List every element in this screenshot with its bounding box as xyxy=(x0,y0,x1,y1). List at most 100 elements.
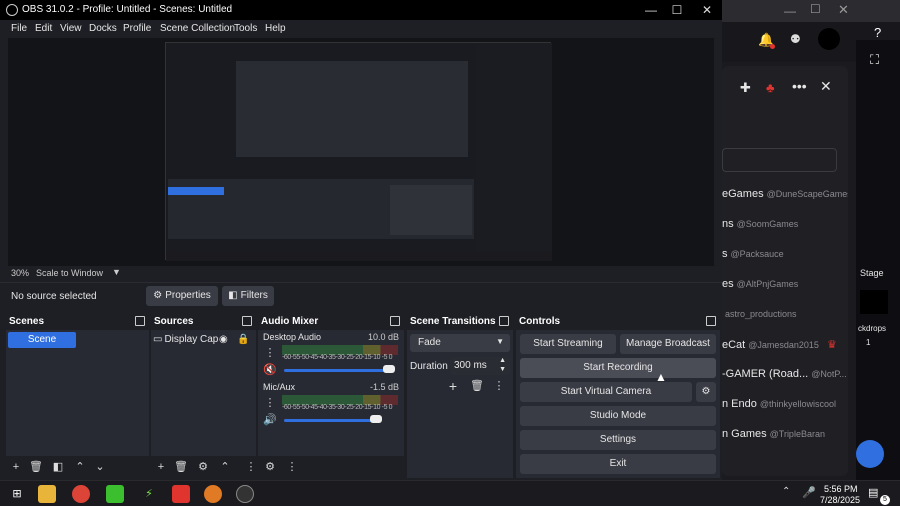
friends-search-input[interactable] xyxy=(722,148,837,172)
clock-time[interactable]: 5:56 PM xyxy=(824,484,858,494)
nested-scene-item xyxy=(168,187,224,195)
gear-icon[interactable]: ⚙ xyxy=(195,459,211,475)
list-item[interactable]: ▭ Display Cap ◉ 🔒 xyxy=(153,332,253,348)
advanced-audio-icon[interactable]: ⚙ xyxy=(262,459,278,475)
close-icon[interactable]: ✕ xyxy=(838,2,849,18)
more-icon[interactable]: ⋮ xyxy=(243,459,259,475)
volume-slider[interactable] xyxy=(284,419,376,422)
menu-help[interactable]: Help xyxy=(265,23,286,34)
obs-taskbar-icon[interactable] xyxy=(236,485,254,503)
popout-icon[interactable] xyxy=(706,316,716,326)
notifications-icon[interactable]: ▤ xyxy=(868,486,878,499)
studio-mode-button[interactable]: Studio Mode xyxy=(520,406,716,426)
list-item[interactable]: s @Packsauce xyxy=(722,248,784,260)
trash-icon[interactable]: 🗑 xyxy=(173,459,189,475)
chevron-down-icon[interactable]: ⌄ xyxy=(92,459,108,475)
menu-scene-collection[interactable]: Scene Collection xyxy=(160,23,235,34)
volume-slider-handle[interactable] xyxy=(383,365,395,373)
menu-docks[interactable]: Docks xyxy=(89,23,117,34)
list-item[interactable]: eGames @DuneScapeGames xyxy=(722,188,848,200)
image-button[interactable] xyxy=(856,440,884,468)
scale-mode-select[interactable]: Scale to Window xyxy=(36,268,103,278)
menu-file[interactable]: File xyxy=(11,23,27,34)
microphone-icon[interactable]: 🎤 xyxy=(802,486,816,499)
settings-button[interactable]: Settings xyxy=(520,430,716,450)
add-icon[interactable]: + xyxy=(8,459,24,475)
file-explorer-icon[interactable] xyxy=(38,485,56,503)
minimize-icon[interactable]: — xyxy=(638,2,664,18)
manage-broadcast-button[interactable]: Manage Broadcast xyxy=(620,334,716,354)
list-item[interactable]: ns @SoomGames xyxy=(722,218,798,230)
lock-icon[interactable]: 🔒 xyxy=(237,332,249,348)
list-item[interactable]: Scene xyxy=(8,332,76,348)
maximize-icon[interactable]: ☐ xyxy=(810,2,821,16)
chrome-icon[interactable] xyxy=(72,485,90,503)
menu-tools[interactable]: Tools xyxy=(234,23,257,34)
lightning-icon[interactable]: ⚡ xyxy=(140,485,158,503)
shield-icon[interactable] xyxy=(172,485,190,503)
avatar[interactable] xyxy=(818,28,840,50)
titlebar: OBS 31.0.2 - Profile: Untitled - Scenes:… xyxy=(0,0,722,20)
chevron-up-icon[interactable]: ⌃ xyxy=(217,459,233,475)
volume-slider[interactable] xyxy=(284,369,389,372)
windows-start-icon[interactable]: ⊞ xyxy=(8,485,26,503)
people-icon[interactable]: ⚉ xyxy=(790,32,801,46)
clock-date[interactable]: 7/28/2025 xyxy=(820,495,860,505)
trash-icon[interactable]: 🗑 xyxy=(28,459,44,475)
more-icon[interactable]: ⋮ xyxy=(262,395,278,411)
list-item[interactable]: n Endo @thinkyellowiscool xyxy=(722,398,836,410)
add-icon[interactable]: + xyxy=(153,459,169,475)
properties-button[interactable]: ⚙ Properties xyxy=(146,286,218,306)
scenes-dock: Scenes Scene + 🗑 ◧ ⌃ ⌄ xyxy=(6,312,149,478)
chevron-down-icon[interactable]: ▼ xyxy=(112,267,121,277)
exit-button[interactable]: Exit xyxy=(520,454,716,474)
list-item[interactable]: eCat @Jamesdan2015 ♛ xyxy=(722,338,837,351)
list-item[interactable]: -GAMER (Road... @NotP... xyxy=(722,368,847,380)
transition-select[interactable]: Fade ▼ xyxy=(410,334,510,352)
app-icon[interactable] xyxy=(106,485,124,503)
chevron-up-icon[interactable]: ⌃ xyxy=(782,486,790,497)
minimize-icon[interactable]: — xyxy=(784,4,796,18)
filter-icon[interactable]: ◧ xyxy=(50,459,66,475)
menu-view[interactable]: View xyxy=(60,23,82,34)
start-virtual-camera-button[interactable]: Start Virtual Camera xyxy=(520,382,692,402)
firefox-icon[interactable] xyxy=(204,485,222,503)
list-item[interactable]: es @AltPnjGames xyxy=(722,278,798,290)
eye-icon[interactable]: ◉ xyxy=(219,332,228,348)
expand-icon[interactable]: ⛶ xyxy=(870,52,879,68)
panel-close-icon[interactable]: ✕ xyxy=(820,78,832,95)
add-user-icon[interactable]: ✚ xyxy=(740,80,751,96)
speaker-icon[interactable]: 🔊 xyxy=(262,412,278,428)
menu-profile[interactable]: Profile xyxy=(123,23,151,34)
duration-stepper[interactable]: 300 ms ▲ ▼ xyxy=(450,357,510,375)
audio-mixer-dock: Audio Mixer Desktop Audio 10.0 dB ⋮ -60-… xyxy=(258,312,404,478)
close-icon[interactable]: ✕ xyxy=(694,2,720,18)
chevron-up-icon[interactable]: ⌃ xyxy=(72,459,88,475)
chevron-down-icon[interactable]: ▼ xyxy=(499,366,506,373)
chevron-up-icon[interactable]: ▲ xyxy=(499,357,506,364)
add-icon[interactable]: + xyxy=(445,378,461,394)
volume-slider-handle[interactable] xyxy=(370,415,382,423)
list-item[interactable]: astro_productions xyxy=(722,308,797,320)
popout-icon[interactable] xyxy=(390,316,400,326)
popout-icon[interactable] xyxy=(135,316,145,326)
start-recording-button[interactable]: Start Recording xyxy=(520,358,716,378)
nested-docks xyxy=(168,179,474,239)
start-streaming-button[interactable]: Start Streaming xyxy=(520,334,616,354)
virtual-camera-settings-button[interactable]: ⚙ xyxy=(696,382,716,402)
help-icon[interactable]: ? xyxy=(874,25,881,40)
list-item[interactable]: n Games @TripleBaran xyxy=(722,428,825,440)
popout-icon[interactable] xyxy=(499,316,509,326)
trash-icon[interactable]: 🗑 xyxy=(469,378,485,394)
more-icon[interactable]: ••• xyxy=(792,78,807,94)
maximize-icon[interactable]: ☐ xyxy=(664,2,690,18)
more-icon[interactable]: ⋮ xyxy=(284,459,300,475)
more-icon[interactable]: ⋮ xyxy=(491,378,507,394)
speaker-muted-icon[interactable]: 🔇 xyxy=(262,362,278,378)
group-icon[interactable]: ♣ xyxy=(766,80,775,95)
menu-edit[interactable]: Edit xyxy=(35,23,52,34)
filters-button[interactable]: ◧ Filters xyxy=(222,286,274,306)
popout-icon[interactable] xyxy=(242,316,252,326)
stage-thumbnail[interactable] xyxy=(860,290,888,314)
more-icon[interactable]: ⋮ xyxy=(262,345,278,361)
